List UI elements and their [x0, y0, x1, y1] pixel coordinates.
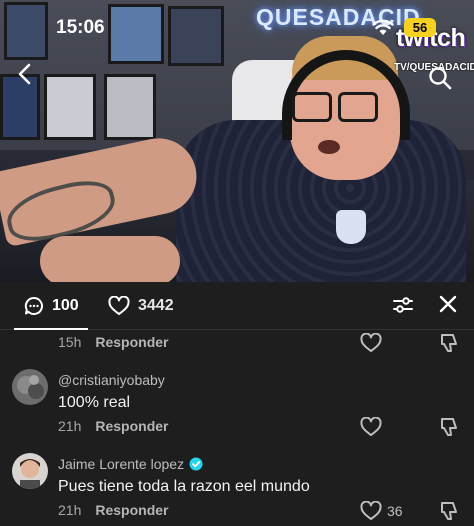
glasses	[292, 92, 332, 122]
comment-time: 15h	[58, 334, 82, 350]
comment-time: 21h	[58, 418, 82, 434]
glasses	[338, 92, 378, 122]
comment-icon	[24, 296, 44, 316]
username-text[interactable]: @cristianiyobaby	[58, 372, 165, 388]
avatar[interactable]	[12, 453, 48, 489]
wall-frame	[168, 6, 224, 66]
filter-icon[interactable]	[392, 294, 414, 316]
comment-meta: 15h Responder	[58, 334, 168, 350]
streamer-leg	[40, 236, 180, 282]
heart-icon	[108, 296, 130, 316]
avatar[interactable]	[12, 369, 48, 405]
dislike-icon[interactable]	[438, 500, 460, 520]
silver-play-button-plaque	[44, 74, 96, 140]
dislike-icon[interactable]	[438, 332, 460, 352]
wall-frame	[108, 4, 164, 64]
status-time: 15:06	[56, 17, 105, 38]
comment-meta: 21h Responder	[58, 418, 168, 434]
comment-username[interactable]: @cristianiyobaby	[58, 372, 165, 388]
video-player[interactable]: QUESADACID twitch TV/QUESADACID	[0, 0, 474, 282]
silver-play-button-plaque	[104, 74, 156, 140]
back-icon[interactable]	[14, 62, 36, 86]
comment-text: 100% real	[58, 394, 131, 411]
close-icon[interactable]	[438, 294, 458, 314]
wifi-icon	[372, 18, 394, 36]
verified-icon	[189, 457, 203, 471]
tab-likes[interactable]: 3442	[108, 294, 174, 318]
like-count: 3442	[138, 297, 174, 314]
comment-username[interactable]: Jaime Lorente lopez	[58, 456, 203, 472]
comment-like-count: 36	[387, 503, 403, 519]
comments-panel: 100 3442 15h Responder @cristianiyobaby …	[0, 282, 474, 526]
comment-meta: 21h Responder	[58, 502, 168, 518]
heart-icon[interactable]	[360, 501, 382, 521]
mouth	[318, 140, 340, 154]
wall-frame	[4, 2, 48, 60]
jersey-badge	[336, 210, 366, 244]
comment-time: 21h	[58, 502, 82, 518]
comments-tab-bar: 100 3442	[0, 282, 474, 330]
active-tab-indicator	[14, 328, 88, 330]
reply-button[interactable]: Responder	[95, 418, 168, 434]
heart-icon[interactable]	[360, 333, 382, 353]
comment-count: 100	[52, 297, 79, 314]
tab-comments[interactable]: 100	[24, 294, 79, 318]
reply-button[interactable]: Responder	[95, 502, 168, 518]
reply-button[interactable]: Responder	[95, 334, 168, 350]
battery-indicator: 56	[404, 18, 436, 37]
username-text[interactable]: Jaime Lorente lopez	[58, 456, 184, 472]
dislike-icon[interactable]	[438, 416, 460, 436]
heart-icon[interactable]	[360, 417, 382, 437]
comment-text: Pues tiene toda la razon eel mundo	[58, 478, 310, 495]
search-icon[interactable]	[428, 66, 452, 90]
